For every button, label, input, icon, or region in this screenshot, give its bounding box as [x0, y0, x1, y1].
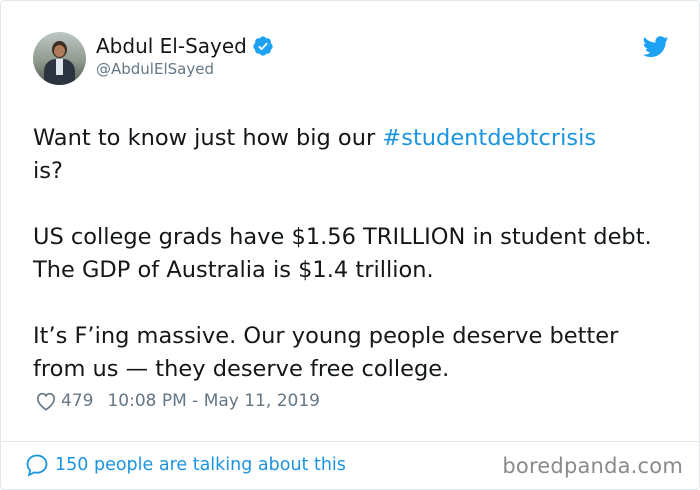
- tweet-text-suffix: is?: [33, 158, 63, 184]
- hashtag-link[interactable]: #studentdebtcrisis: [382, 125, 596, 151]
- heart-icon[interactable]: [35, 391, 57, 411]
- watermark: boredpanda.com: [502, 454, 683, 478]
- tweet-text: Want to know just how big our #studentde…: [33, 122, 673, 386]
- speech-bubble-icon: [26, 454, 48, 477]
- like-count[interactable]: 479: [61, 391, 93, 411]
- tweet-card: Abdul El-Sayed @AbdulElSayed Want to kno…: [0, 0, 700, 490]
- tweet-paragraph-2: US college grads have $1.56 TRILLION in …: [33, 224, 652, 283]
- tweet-header: Abdul El-Sayed @AbdulElSayed: [33, 32, 274, 85]
- author-handle[interactable]: @AbdulElSayed: [96, 59, 274, 79]
- verified-badge-icon: [253, 36, 273, 56]
- author-names: Abdul El-Sayed @AbdulElSayed: [96, 32, 274, 79]
- footer-divider: [2, 441, 700, 442]
- display-name-row: Abdul El-Sayed: [96, 33, 274, 59]
- avatar[interactable]: [33, 32, 86, 85]
- tweet-paragraph-3: It’s F’ing massive. Our young people des…: [33, 323, 619, 382]
- tweet-timestamp[interactable]: 10:08 PM - May 11, 2019: [107, 391, 320, 411]
- avatar-shirt: [56, 59, 63, 75]
- author-display-name[interactable]: Abdul El-Sayed: [96, 33, 247, 59]
- talking-about-text[interactable]: 150 people are talking about this: [55, 455, 346, 475]
- tweet-text-prefix: Want to know just how big our: [33, 125, 383, 151]
- avatar-face: [54, 45, 65, 57]
- twitter-bird-icon[interactable]: [643, 36, 669, 58]
- tweet-paragraph-1: Want to know just how big our #studentde…: [33, 122, 673, 188]
- talking-about-link[interactable]: 150 people are talking about this: [25, 453, 346, 477]
- tweet-meta: 479 10:08 PM - May 11, 2019: [35, 391, 320, 411]
